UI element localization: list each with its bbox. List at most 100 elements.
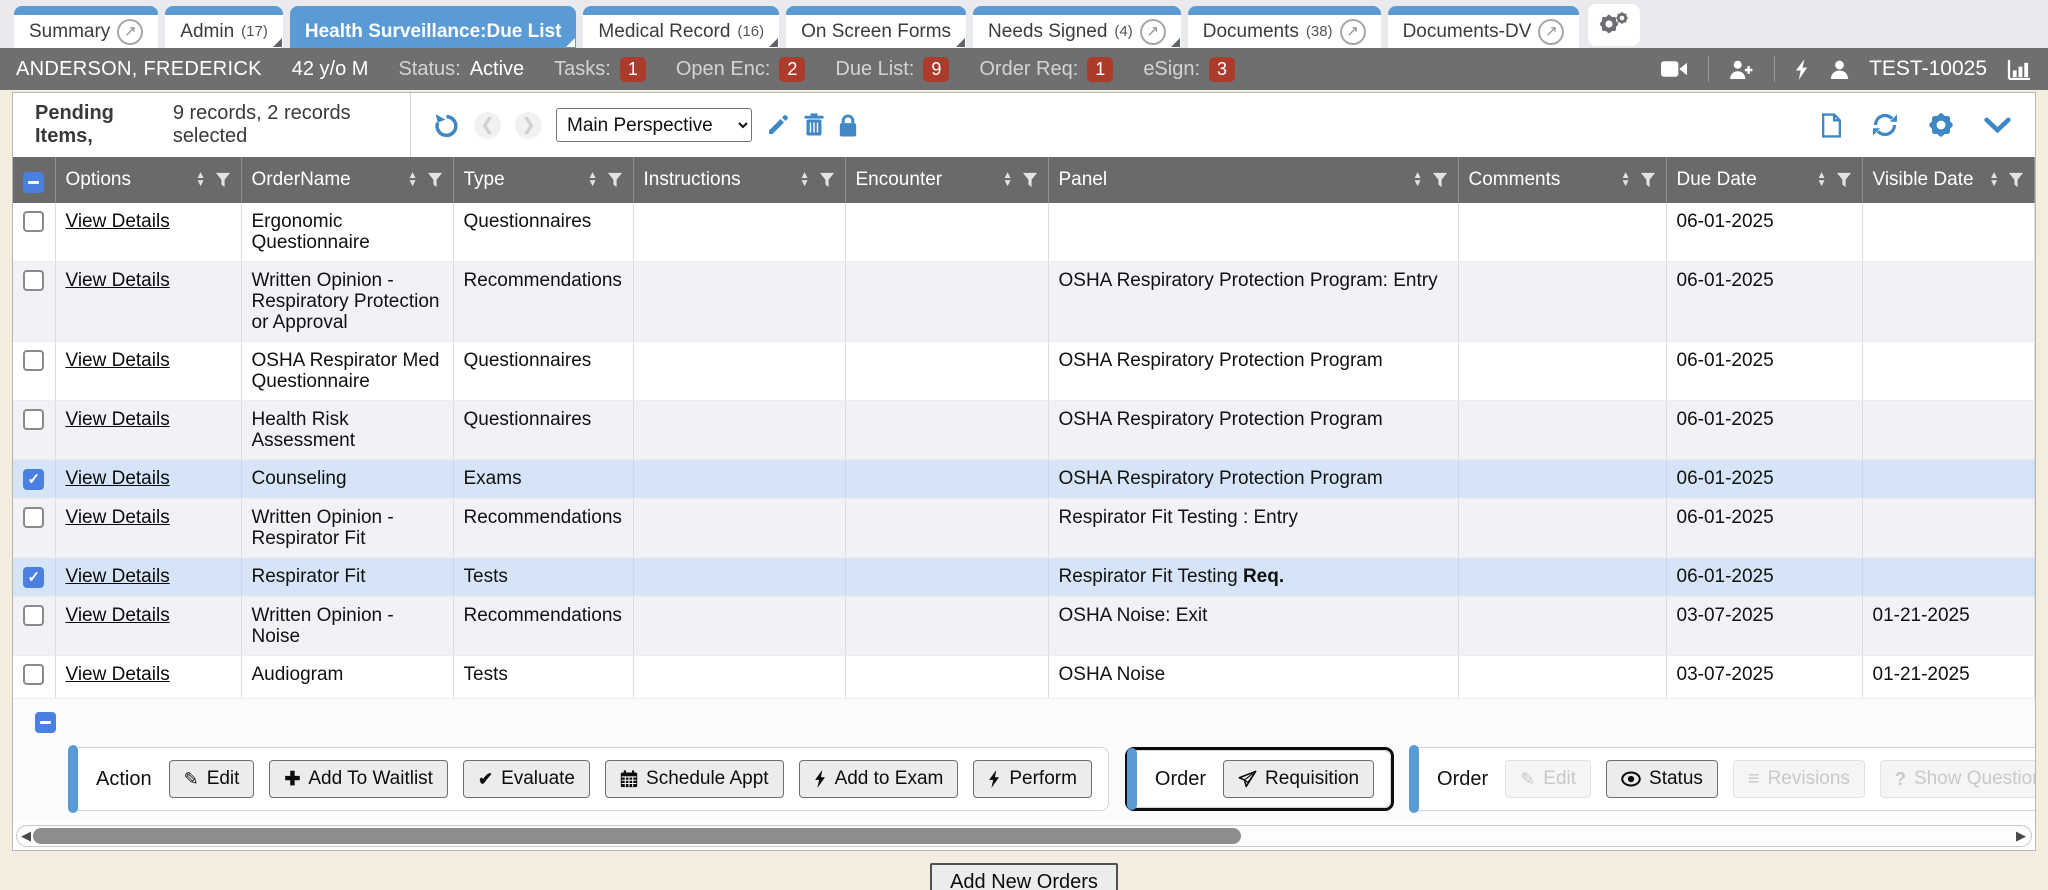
revisions-button[interactable]: ≡ Revisions bbox=[1733, 760, 1865, 798]
view-details-link[interactable]: View Details bbox=[66, 468, 170, 489]
cell-visible-date: 01-21-2025 bbox=[1862, 597, 2035, 656]
count-badge[interactable]: 2 bbox=[779, 57, 805, 82]
tab-documents[interactable]: Documents (38) ↗ bbox=[1188, 6, 1381, 48]
sort-icon[interactable]: ▲▼ bbox=[800, 172, 810, 188]
sort-icon[interactable]: ▲▼ bbox=[1413, 172, 1423, 188]
view-details-link[interactable]: View Details bbox=[66, 409, 170, 430]
perform-button[interactable]: Perform bbox=[973, 760, 1092, 798]
add-new-orders-button[interactable]: Add New Orders bbox=[930, 863, 1118, 890]
add-to-waitlist-button[interactable]: ✚ Add To Waitlist bbox=[269, 760, 448, 798]
column-header[interactable]: Encounter ▲▼ bbox=[845, 157, 1048, 203]
schedule-appt-button[interactable]: Schedule Appt bbox=[605, 760, 784, 798]
filter-icon[interactable] bbox=[1022, 172, 1038, 188]
column-header[interactable]: Visible Date ▲▼ bbox=[1862, 157, 2035, 203]
row-checkbox[interactable] bbox=[23, 567, 44, 588]
select-all-checkbox[interactable] bbox=[23, 172, 44, 193]
popout-icon[interactable]: ↗ bbox=[1340, 19, 1366, 45]
add-user-icon[interactable] bbox=[1729, 60, 1754, 79]
column-header[interactable]: Type ▲▼ bbox=[453, 157, 633, 203]
filter-icon[interactable] bbox=[215, 172, 231, 188]
sort-icon[interactable]: ▲▼ bbox=[196, 172, 206, 188]
view-details-link[interactable]: View Details bbox=[66, 507, 170, 528]
row-checkbox[interactable] bbox=[23, 409, 44, 430]
settings-gear-icon[interactable] bbox=[1928, 112, 1954, 138]
add-to-exam-button[interactable]: Add to Exam bbox=[799, 760, 959, 798]
sort-icon[interactable]: ▲▼ bbox=[1989, 172, 1999, 188]
row-checkbox[interactable] bbox=[23, 350, 44, 371]
show-question-button[interactable]: ? Show Question bbox=[1880, 760, 2035, 798]
filter-icon[interactable] bbox=[607, 172, 623, 188]
view-details-link[interactable]: View Details bbox=[66, 605, 170, 626]
horizontal-scrollbar[interactable]: ◀ ▶ bbox=[16, 825, 2032, 847]
sort-icon[interactable]: ▲▼ bbox=[408, 172, 418, 188]
filter-icon[interactable] bbox=[819, 172, 835, 188]
select-all-footer-checkbox[interactable] bbox=[35, 712, 56, 733]
perspective-select[interactable]: Main Perspective bbox=[556, 108, 752, 142]
row-checkbox[interactable] bbox=[23, 664, 44, 685]
tab-documents-dv[interactable]: Documents-DV ↗ bbox=[1388, 6, 1580, 48]
popout-icon[interactable]: ↗ bbox=[1538, 19, 1564, 45]
row-checkbox[interactable] bbox=[23, 270, 44, 291]
tab-summary[interactable]: Summary ↗ bbox=[14, 6, 158, 48]
person-icon[interactable] bbox=[1830, 60, 1849, 79]
tab-medical-record[interactable]: Medical Record (16) bbox=[583, 6, 779, 48]
collapse-chevron-icon[interactable] bbox=[1984, 117, 2011, 133]
view-details-link[interactable]: View Details bbox=[66, 664, 170, 685]
refresh-icon[interactable] bbox=[1872, 112, 1898, 138]
row-checkbox[interactable] bbox=[23, 469, 44, 490]
popout-icon[interactable]: ↗ bbox=[117, 19, 143, 45]
sort-icon[interactable]: ▲▼ bbox=[588, 172, 598, 188]
count-badge[interactable]: 1 bbox=[1087, 57, 1113, 82]
bolt-icon[interactable] bbox=[1795, 59, 1810, 80]
tab-needs-signed[interactable]: Needs Signed (4) ↗ bbox=[973, 6, 1181, 48]
scroll-left-icon[interactable]: ◀ bbox=[21, 828, 31, 844]
requisition-button[interactable]: Requisition bbox=[1223, 760, 1374, 798]
count-badge[interactable]: 9 bbox=[923, 57, 949, 82]
filter-icon[interactable] bbox=[2008, 172, 2024, 188]
view-details-link[interactable]: View Details bbox=[66, 566, 170, 587]
status-button[interactable]: Status bbox=[1606, 760, 1718, 798]
undo-icon[interactable] bbox=[433, 112, 460, 139]
filter-icon[interactable] bbox=[1836, 172, 1852, 188]
edit-perspective-icon[interactable] bbox=[766, 113, 790, 137]
lock-icon[interactable] bbox=[838, 113, 858, 138]
cell-order-name: Health Risk Assessment bbox=[241, 401, 453, 460]
next-record-icon[interactable]: ❯ bbox=[515, 112, 542, 139]
filter-icon[interactable] bbox=[1432, 172, 1448, 188]
edit-button[interactable]: ✎ Edit bbox=[1505, 760, 1591, 798]
popout-icon[interactable]: ↗ bbox=[1140, 19, 1166, 45]
filter-icon[interactable] bbox=[1640, 172, 1656, 188]
scrollbar-thumb[interactable] bbox=[33, 828, 1241, 844]
view-details-link[interactable]: View Details bbox=[66, 270, 170, 291]
tab-menu-notch-icon bbox=[273, 38, 282, 47]
row-checkbox[interactable] bbox=[23, 507, 44, 528]
sort-icon[interactable]: ▲▼ bbox=[1817, 172, 1827, 188]
row-checkbox[interactable] bbox=[23, 605, 44, 626]
column-header[interactable]: Comments ▲▼ bbox=[1458, 157, 1666, 203]
row-checkbox[interactable] bbox=[23, 211, 44, 232]
column-header[interactable]: Instructions ▲▼ bbox=[633, 157, 845, 203]
bar-chart-icon[interactable] bbox=[2007, 59, 2032, 80]
tab-settings-button[interactable] bbox=[1588, 4, 1640, 46]
column-header[interactable]: OrderName ▲▼ bbox=[241, 157, 453, 203]
view-details-link[interactable]: View Details bbox=[66, 211, 170, 232]
edit-button[interactable]: ✎ Edit bbox=[169, 760, 255, 798]
scroll-right-icon[interactable]: ▶ bbox=[2016, 828, 2026, 844]
count-badge[interactable]: 3 bbox=[1209, 57, 1235, 82]
column-header[interactable]: Due Date ▲▼ bbox=[1666, 157, 1862, 203]
tab-admin[interactable]: Admin (17) bbox=[165, 6, 283, 48]
sort-icon[interactable]: ▲▼ bbox=[1621, 172, 1631, 188]
video-camera-icon[interactable] bbox=[1661, 60, 1688, 78]
column-header[interactable]: Options ▲▼ bbox=[55, 157, 241, 203]
prev-record-icon[interactable]: ❮ bbox=[474, 112, 501, 139]
tab-on-screen-forms[interactable]: On Screen Forms bbox=[786, 6, 966, 48]
tab-health-surveillance-due-list[interactable]: Health Surveillance:Due List bbox=[290, 6, 577, 48]
column-header[interactable]: Panel ▲▼ bbox=[1048, 157, 1458, 203]
sort-icon[interactable]: ▲▼ bbox=[1003, 172, 1013, 188]
delete-perspective-icon[interactable] bbox=[804, 113, 824, 137]
new-document-icon[interactable] bbox=[1821, 113, 1842, 138]
count-badge[interactable]: 1 bbox=[620, 57, 646, 82]
evaluate-button[interactable]: ✔ Evaluate bbox=[463, 760, 590, 798]
filter-icon[interactable] bbox=[427, 172, 443, 188]
view-details-link[interactable]: View Details bbox=[66, 350, 170, 371]
